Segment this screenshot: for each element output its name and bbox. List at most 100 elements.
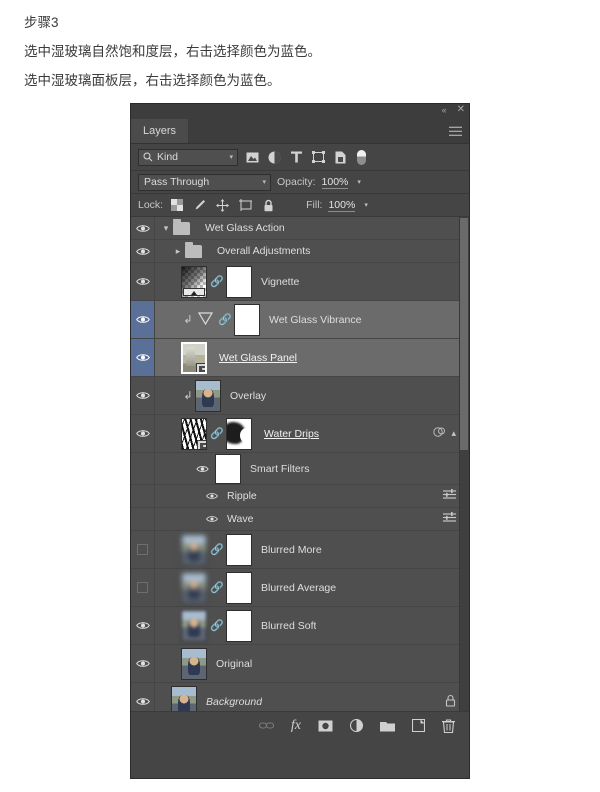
mask-link-icon[interactable]: 🔗 xyxy=(210,427,224,440)
lock-transparency-icon[interactable] xyxy=(169,198,184,213)
layer-row-blurred-soft[interactable]: 🔗 Blurred Soft xyxy=(131,607,469,645)
mask-link-icon[interactable]: 🔗 xyxy=(210,619,224,632)
scrollbar-thumb[interactable] xyxy=(460,218,468,450)
hamburger-menu-icon[interactable] xyxy=(449,124,462,139)
layer-thumbnail[interactable] xyxy=(195,379,221,412)
link-layers-icon[interactable] xyxy=(258,717,274,735)
smart-filter-mask-thumbnail[interactable] xyxy=(215,453,241,484)
layer-row-overlay[interactable]: ↲ Overlay xyxy=(131,377,469,415)
layer-thumbnail[interactable] xyxy=(181,533,207,566)
layer-name[interactable]: Wet Glass Action xyxy=(205,222,285,234)
visibility-toggle[interactable] xyxy=(131,415,155,452)
layer-name[interactable]: Vignette xyxy=(261,276,299,288)
layer-thumbnail[interactable] xyxy=(181,417,207,450)
layer-row-background[interactable]: Background xyxy=(131,683,469,711)
visibility-toggle[interactable] xyxy=(131,339,155,376)
collapse-smart-filters-icon[interactable]: ▴ xyxy=(451,428,456,439)
layer-name[interactable]: Overlay xyxy=(230,390,266,402)
layer-name[interactable]: Original xyxy=(216,658,252,670)
layer-style-fx-icon[interactable]: fx xyxy=(291,717,301,735)
lock-image-icon[interactable] xyxy=(192,198,207,213)
visibility-toggle[interactable] xyxy=(131,645,155,682)
filter-enable-toggle[interactable] xyxy=(357,149,366,165)
layer-mask-thumbnail[interactable] xyxy=(226,571,252,604)
new-group-icon[interactable] xyxy=(380,717,395,735)
visibility-toggle[interactable] xyxy=(131,607,155,644)
layer-row-original[interactable]: Original xyxy=(131,645,469,683)
new-layer-icon[interactable] xyxy=(412,717,425,735)
adjustment-layer-filter-icon[interactable] xyxy=(267,150,282,165)
type-layer-filter-icon[interactable] xyxy=(289,150,304,165)
visibility-toggle[interactable] xyxy=(131,569,155,606)
layer-name[interactable]: Wave xyxy=(227,513,253,525)
layer-name[interactable]: Ripple xyxy=(227,490,257,502)
lock-position-icon[interactable] xyxy=(215,198,230,213)
mask-link-icon[interactable]: 🔗 xyxy=(218,313,232,326)
layer-row-wet-glass-panel[interactable]: Wet Glass Panel xyxy=(131,339,469,377)
layer-name[interactable]: Background xyxy=(206,696,262,708)
layer-row-smart-filters[interactable]: Smart Filters xyxy=(131,453,469,485)
layer-list-scrollbar[interactable] xyxy=(459,217,469,711)
layer-row-wet-glass-action[interactable]: ▾ Wet Glass Action xyxy=(131,217,469,240)
filter-blending-options-icon[interactable] xyxy=(443,512,456,526)
visibility-toggle[interactable] xyxy=(131,217,155,239)
layer-row-water-drips[interactable]: 🔗 Water Drips ▴ xyxy=(131,415,469,453)
visibility-toggle[interactable] xyxy=(131,683,155,711)
delete-layer-icon[interactable] xyxy=(442,717,455,735)
layer-thumbnail[interactable] xyxy=(181,609,207,642)
smart-filter-visibility-toggle[interactable] xyxy=(203,515,221,523)
smart-filter-visibility-toggle[interactable] xyxy=(203,492,221,500)
group-disclosure-icon[interactable]: ▸ xyxy=(171,246,185,257)
layer-mask-thumbnail[interactable] xyxy=(226,533,252,566)
layer-name[interactable]: Blurred Average xyxy=(261,582,336,594)
add-layer-mask-icon[interactable] xyxy=(318,717,333,735)
layer-name[interactable]: Wet Glass Vibrance xyxy=(269,314,361,326)
group-disclosure-icon[interactable]: ▾ xyxy=(159,223,173,234)
layer-list[interactable]: ▾ Wet Glass Action ▸ Overall Adjustments xyxy=(131,217,469,711)
blend-mode-dropdown[interactable]: Pass Through ▾ xyxy=(138,173,271,191)
layer-mask-thumbnail[interactable] xyxy=(226,609,252,642)
layer-name[interactable]: Blurred Soft xyxy=(261,620,316,632)
layer-thumbnail[interactable] xyxy=(181,265,207,298)
layer-mask-thumbnail[interactable] xyxy=(226,265,252,298)
filter-blending-options-icon[interactable] xyxy=(443,489,456,503)
visibility-toggle[interactable] xyxy=(131,531,155,568)
layer-thumbnail[interactable] xyxy=(181,571,207,604)
layer-mask-thumbnail[interactable] xyxy=(226,417,252,450)
layer-name[interactable]: Overall Adjustments xyxy=(217,245,310,257)
layer-name[interactable]: Smart Filters xyxy=(250,463,310,475)
layer-row-blurred-average[interactable]: 🔗 Blurred Average xyxy=(131,569,469,607)
new-adjustment-layer-icon[interactable] xyxy=(350,717,363,735)
opacity-field[interactable]: 100% ▾ xyxy=(321,176,361,189)
smart-filters-visibility-toggle[interactable] xyxy=(193,465,211,473)
layer-row-ripple[interactable]: Ripple xyxy=(131,485,469,508)
layer-row-vignette[interactable]: 🔗 Vignette xyxy=(131,263,469,301)
visibility-toggle[interactable] xyxy=(131,240,155,262)
layer-name[interactable]: Blurred More xyxy=(261,544,322,556)
close-icon[interactable]: ✕ xyxy=(457,105,465,115)
lock-artboard-icon[interactable] xyxy=(238,198,253,213)
visibility-toggle[interactable] xyxy=(131,263,155,300)
layer-name[interactable]: Water Drips xyxy=(261,428,322,440)
lock-all-icon[interactable] xyxy=(261,198,276,213)
layer-row-overall-adjustments[interactable]: ▸ Overall Adjustments xyxy=(131,240,469,263)
tab-layers[interactable]: Layers xyxy=(131,119,190,143)
layer-row-wave[interactable]: Wave xyxy=(131,508,469,531)
filter-kind-dropdown[interactable]: Kind ▾ xyxy=(138,148,238,166)
visibility-toggle[interactable] xyxy=(131,377,155,414)
pixel-layer-filter-icon[interactable] xyxy=(245,150,260,165)
mask-link-icon[interactable]: 🔗 xyxy=(210,275,224,288)
layer-row-wet-glass-vibrance[interactable]: ↲ 🔗 Wet Glass Vibrance xyxy=(131,301,469,339)
mask-link-icon[interactable]: 🔗 xyxy=(210,581,224,594)
layer-mask-thumbnail[interactable] xyxy=(234,303,260,336)
shape-layer-filter-icon[interactable] xyxy=(311,150,326,165)
vibrance-adjustment-icon[interactable] xyxy=(195,311,215,328)
smart-filter-indicator-icon[interactable] xyxy=(433,426,446,441)
mask-link-icon[interactable]: 🔗 xyxy=(210,543,224,556)
layer-thumbnail[interactable] xyxy=(181,341,207,374)
visibility-toggle[interactable] xyxy=(131,301,155,338)
layer-row-blurred-more[interactable]: 🔗 Blurred More xyxy=(131,531,469,569)
collapse-panel-icon[interactable]: « xyxy=(442,105,447,115)
fill-field[interactable]: 100% ▾ xyxy=(328,199,368,212)
layer-thumbnail[interactable] xyxy=(171,685,197,711)
